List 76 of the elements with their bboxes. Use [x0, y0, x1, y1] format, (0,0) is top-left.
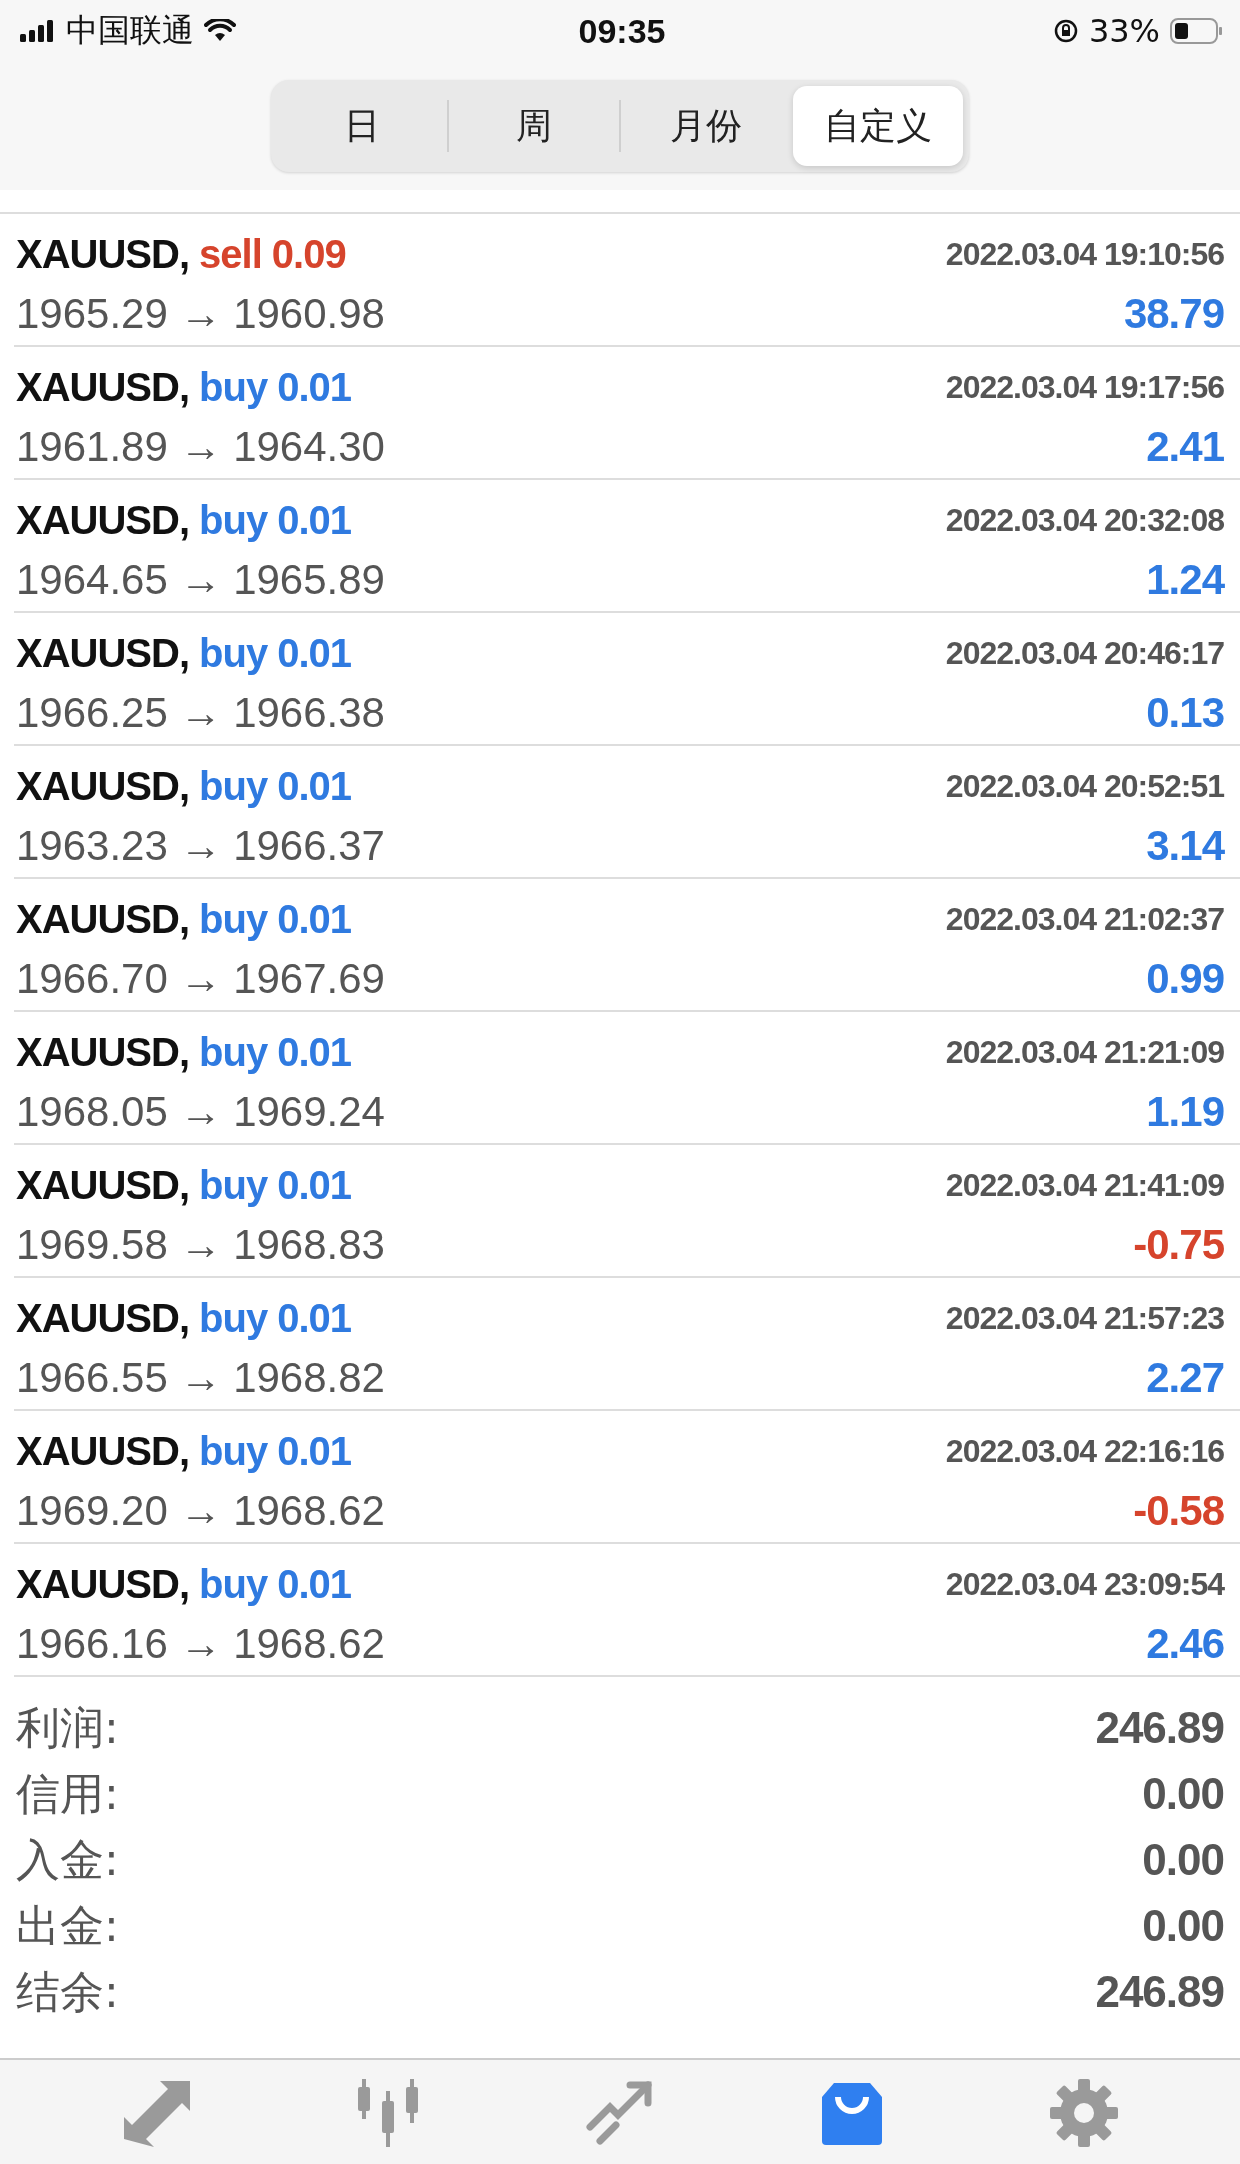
clock-time: 09:35 — [578, 11, 666, 51]
trade-prices: 1963.23 → 1966.37 — [16, 822, 385, 870]
period-tab[interactable]: 月份 — [621, 86, 791, 166]
symbol-name: XAUUSD, — [16, 630, 190, 676]
trade-prices: 1969.58 → 1968.83 — [16, 1221, 385, 1269]
trade-profit: 0.99 — [1146, 955, 1224, 1003]
trade-volume: buy 0.01 — [199, 1162, 352, 1208]
battery-percent: 33% — [1088, 12, 1160, 50]
trade-prices: 1964.65 → 1965.89 — [16, 556, 385, 604]
trade-time: 2022.03.04 20:52:51 — [945, 767, 1224, 805]
trade-time: 2022.03.04 19:10:56 — [945, 235, 1224, 273]
trade-profit: -0.58 — [1133, 1487, 1224, 1535]
battery-icon — [1170, 18, 1224, 44]
period-tab[interactable]: 周 — [449, 86, 619, 166]
carrier-name: 中国联通 — [66, 10, 194, 51]
trade-prices: 1965.29 → 1960.98 — [16, 290, 385, 338]
rotation-lock-icon — [1052, 18, 1079, 44]
summary-value: 0.00 — [1142, 1769, 1224, 1819]
period-tab[interactable]: 自定义 — [793, 86, 963, 166]
trade-prices: 1966.70 → 1967.69 — [16, 955, 385, 1003]
trade-profit: -0.75 — [1133, 1221, 1224, 1269]
summary-value: 0.00 — [1142, 1835, 1224, 1885]
trade-time: 2022.03.04 22:16:16 — [945, 1432, 1224, 1470]
summary-value: 0.00 — [1142, 1901, 1224, 1951]
symbol-name: XAUUSD, — [16, 231, 190, 277]
trade-profit: 2.41 — [1146, 423, 1224, 471]
summary-value: 246.89 — [1095, 1703, 1224, 1753]
trade-time: 2022.03.04 21:21:09 — [945, 1033, 1224, 1071]
symbol-name: XAUUSD, — [16, 896, 190, 942]
trade-profit: 2.46 — [1146, 1620, 1224, 1668]
summary-label: 利润: — [16, 1700, 119, 1755]
trade-time: 2022.03.04 23:09:54 — [945, 1565, 1224, 1603]
trade-volume: buy 0.01 — [199, 1295, 352, 1341]
symbol-name: XAUUSD, — [16, 1162, 190, 1208]
symbol-name: XAUUSD, — [16, 763, 190, 809]
trade-volume: buy 0.01 — [199, 1029, 352, 1075]
trade-volume: buy 0.01 — [199, 497, 352, 543]
symbol-name: XAUUSD, — [16, 1295, 190, 1341]
symbol-name: XAUUSD, — [16, 1029, 190, 1075]
summary-label: 信用: — [16, 1766, 119, 1821]
summary-label: 出金: — [16, 1898, 119, 1953]
trade-prices: 1966.16 → 1968.62 — [16, 1620, 385, 1668]
trade-time: 2022.03.04 19:17:56 — [945, 368, 1224, 406]
summary-label: 入金: — [16, 1832, 119, 1887]
summary-label: 结余: — [16, 1964, 119, 2019]
summary-value: 246.89 — [1095, 1967, 1224, 2017]
symbol-name: XAUUSD, — [16, 1561, 190, 1607]
trade-prices: 1966.55 → 1968.82 — [16, 1354, 385, 1402]
trade-volume: buy 0.01 — [199, 763, 352, 809]
trade-volume: buy 0.01 — [199, 1561, 352, 1607]
trade-prices: 1969.20 → 1968.62 — [16, 1487, 385, 1535]
trade-time: 2022.03.04 21:41:09 — [945, 1166, 1224, 1204]
trade-prices: 1966.25 → 1966.38 — [16, 689, 385, 737]
trade-volume: buy 0.01 — [199, 896, 352, 942]
symbol-name: XAUUSD, — [16, 1428, 190, 1474]
period-tab[interactable]: 日 — [277, 86, 447, 166]
signal-icon — [20, 20, 56, 42]
trade-profit: 2.27 — [1146, 1354, 1224, 1402]
trade-volume: buy 0.01 — [199, 1428, 352, 1474]
trade-prices: 1968.05 → 1969.24 — [16, 1088, 385, 1136]
trade-profit: 1.24 — [1146, 556, 1224, 604]
trade-profit: 3.14 — [1146, 822, 1224, 870]
symbol-name: XAUUSD, — [16, 497, 190, 543]
trade-time: 2022.03.04 20:46:17 — [945, 634, 1224, 672]
trade-time: 2022.03.04 21:57:23 — [945, 1299, 1224, 1337]
trade-profit: 0.13 — [1146, 689, 1224, 737]
trade-time: 2022.03.04 21:02:37 — [945, 900, 1224, 938]
trade-volume: buy 0.01 — [199, 630, 352, 676]
symbol-name: XAUUSD, — [16, 364, 190, 410]
trade-volume: buy 0.01 — [199, 364, 352, 410]
trade-profit: 1.19 — [1146, 1088, 1224, 1136]
trade-time: 2022.03.04 20:32:08 — [945, 501, 1224, 539]
wifi-icon — [204, 19, 236, 43]
trade-profit: 38.79 — [1123, 290, 1224, 338]
trade-volume: sell 0.09 — [199, 231, 346, 277]
trade-prices: 1961.89 → 1964.30 — [16, 423, 385, 471]
